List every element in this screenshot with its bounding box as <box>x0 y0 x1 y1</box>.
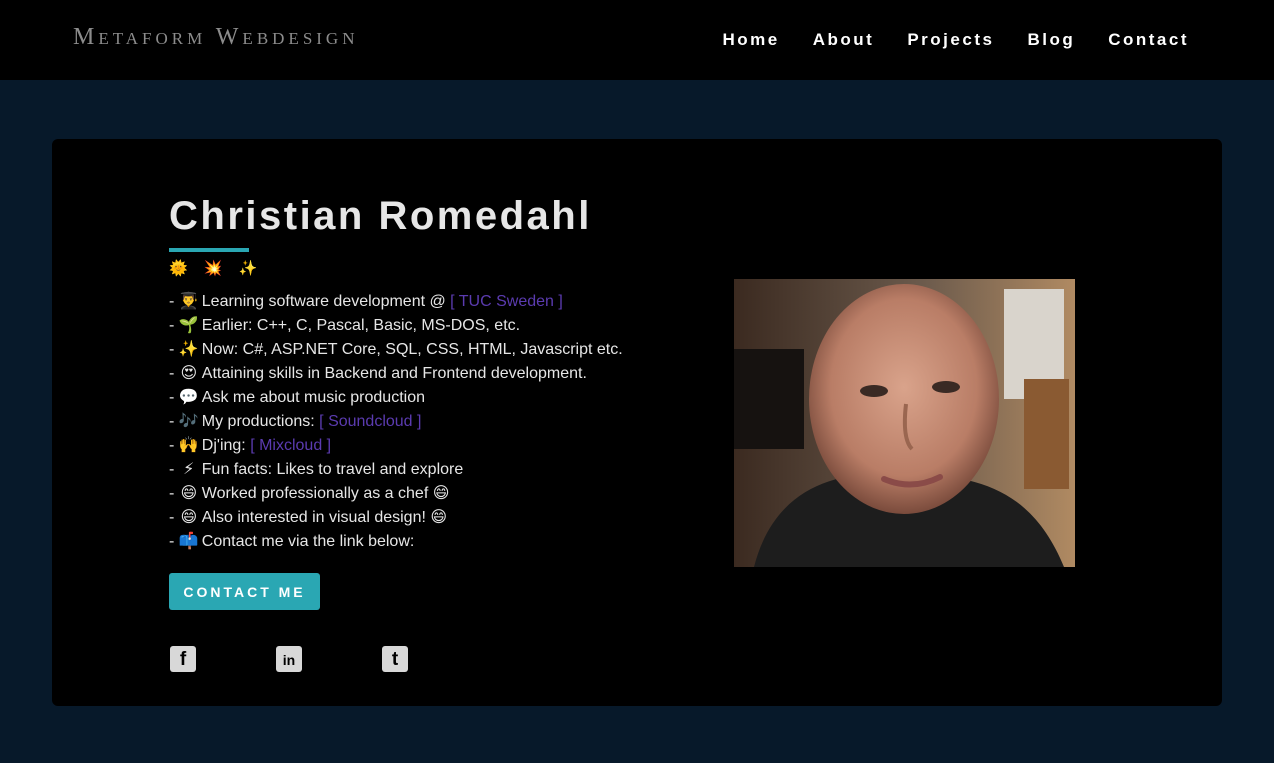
sparkle-emojis: 🌞 💥 ✨ <box>169 260 264 277</box>
page-title: Christian Romedahl <box>169 194 592 238</box>
title-underline <box>169 248 249 252</box>
bio-item: - 🎶 My productions: [ Soundcloud ] <box>169 410 623 434</box>
bio-link[interactable]: [ Mixcloud ] <box>250 437 331 454</box>
contact-me-button[interactable]: CONTACT ME <box>169 573 320 610</box>
bio-emoji: 🙌 <box>178 437 199 454</box>
twitter-icon[interactable]: t <box>382 646 408 672</box>
bio-item: - 🌱 Earlier: C++, C, Pascal, Basic, MS-DO… <box>169 314 623 338</box>
bio-text: Learning software development @ <box>201 293 451 310</box>
bio-item: - 📫 Contact me via the link below: <box>169 530 623 554</box>
bio-item: - 🙌 Dj'ing: [ Mixcloud ] <box>169 434 623 458</box>
facebook-icon[interactable]: f <box>170 646 196 672</box>
nav-home[interactable]: Home <box>723 30 780 50</box>
bio-text: Attaining skills in Backend and Frontend… <box>201 365 587 382</box>
bio-dash: - <box>169 389 179 406</box>
bio-dash: - <box>169 365 179 382</box>
bio-dash: - <box>169 341 179 358</box>
main-menu: Home About Projects Blog Contact <box>690 30 1189 50</box>
linkedin-icon[interactable]: in <box>276 646 302 672</box>
bio-text: Earlier: C++, C, Pascal, Basic, MS-DOS, … <box>201 317 521 334</box>
bio-text: Also interested in visual design! 😄 <box>201 509 448 526</box>
bio-text: Ask me about music production <box>201 389 425 406</box>
bio-link[interactable]: [ TUC Sweden ] <box>450 293 563 310</box>
bio-emoji: 😄 <box>180 485 198 502</box>
nav-contact[interactable]: Contact <box>1108 30 1189 50</box>
bio-dash: - <box>169 437 179 454</box>
bio-dash: - <box>169 293 179 310</box>
bio-item: - 😄 Also interested in visual design! 😄 <box>169 506 623 530</box>
bio-item: - 💬 Ask me about music production <box>169 386 623 410</box>
bio-item: - 😍 Attaining skills in Backend and Front… <box>169 362 623 386</box>
bio-dash: - <box>169 317 179 334</box>
bio-emoji: ✨ <box>178 341 199 358</box>
bio-text: Fun facts: Likes to travel and explore <box>201 461 464 478</box>
bio-emoji: 🎶 <box>178 413 199 430</box>
profile-card: Christian Romedahl 🌞 💥 ✨ - 👨‍🎓 Learning s… <box>52 139 1222 706</box>
bio-emoji: 😍 <box>180 365 198 382</box>
bio-text: Now: C#, ASP.NET Core, SQL, CSS, HTML, J… <box>201 341 623 358</box>
nav-blog[interactable]: Blog <box>1027 30 1075 50</box>
bio-emoji: 🌱 <box>178 317 199 334</box>
bio-dash: - <box>169 485 179 502</box>
bio-emoji: ⚡ <box>183 461 195 478</box>
bio-emoji: 📫 <box>178 533 199 550</box>
bio-dash: - <box>169 413 179 430</box>
bio-text: Worked professionally as a chef 😄 <box>201 485 450 502</box>
bio-item: - 😄 Worked professionally as a chef 😄 <box>169 482 623 506</box>
bio-list: - 👨‍🎓 Learning software development @ [ T… <box>169 290 623 554</box>
bio-dash: - <box>169 533 179 550</box>
bio-item: - ⚡ Fun facts: Likes to travel and explor… <box>169 458 623 482</box>
top-navbar: Metaform Webdesign Home About Projects B… <box>0 0 1274 80</box>
bio-emoji: 😄 <box>180 509 198 526</box>
bio-dash: - <box>169 509 179 526</box>
bio-text: Dj'ing: <box>201 437 251 454</box>
bio-text: Contact me via the link below: <box>201 533 415 550</box>
bio-link[interactable]: [ Soundcloud ] <box>319 413 421 430</box>
bio-emoji: 💬 <box>178 389 199 406</box>
bio-text: My productions: <box>201 413 320 430</box>
bio-dash: - <box>169 461 179 478</box>
bio-item: - 👨‍🎓 Learning software development @ [ T… <box>169 290 623 314</box>
brand-logo[interactable]: Metaform Webdesign <box>73 24 358 51</box>
bio-emoji: 👨‍🎓 <box>178 293 199 310</box>
bio-item: - ✨ Now: C#, ASP.NET Core, SQL, CSS, HTML… <box>169 338 623 362</box>
nav-projects[interactable]: Projects <box>907 30 994 50</box>
nav-about[interactable]: About <box>813 30 875 50</box>
profile-photo <box>734 279 1075 567</box>
